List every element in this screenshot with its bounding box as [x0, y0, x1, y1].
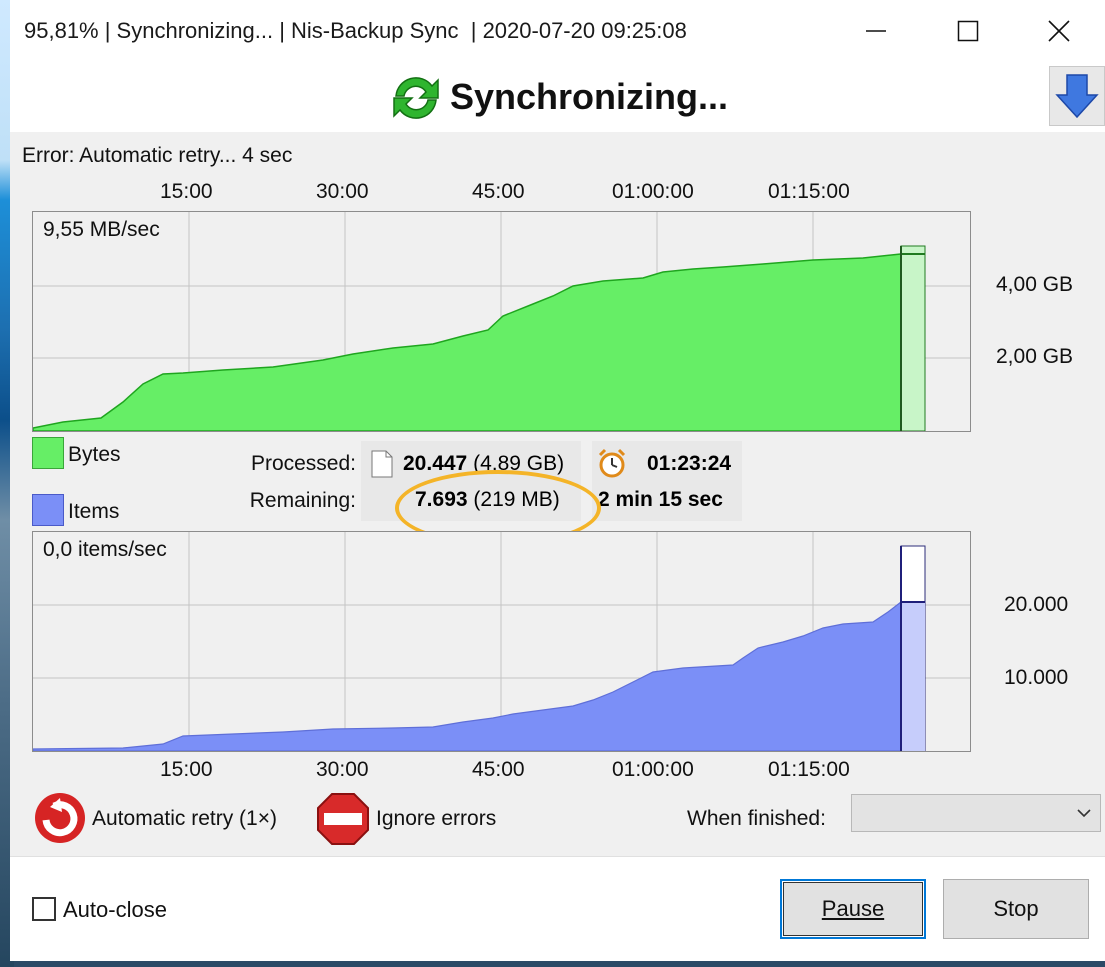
bytes-legend-label: Bytes: [68, 443, 121, 466]
time-axis-label: 30:00: [316, 758, 369, 781]
bytes-y-label: 2,00 GB: [996, 345, 1074, 368]
bytes-remaining-area: [900, 245, 926, 431]
ignore-errors-icon: [317, 793, 369, 845]
footer-bar: Auto-close Pause Stop: [10, 856, 1105, 961]
ignore-errors-button[interactable]: [316, 792, 370, 846]
time-axis-label: 01:15:00: [768, 758, 850, 781]
automatic-retry-label[interactable]: Automatic retry (1×): [92, 807, 277, 831]
maximize-button[interactable]: [922, 0, 1014, 62]
elapsed-time: 01:23:24: [647, 452, 732, 475]
items-rate: 0,0 items/sec: [43, 538, 167, 561]
file-icon: [371, 450, 393, 478]
sync-icon: [393, 77, 439, 119]
retry-icon: [35, 793, 85, 843]
time-axis-label: 01:15:00: [768, 180, 850, 203]
processed-count: 20.447: [403, 452, 468, 475]
time-axis-label: 45:00: [472, 180, 525, 203]
maximize-icon: [957, 20, 979, 42]
items-y-label: 10.000: [1004, 666, 1069, 689]
remaining-label: Remaining:: [249, 489, 356, 512]
bytes-area: [33, 253, 902, 431]
error-status-text: Error: Automatic retry... 4 sec: [22, 144, 293, 167]
when-finished-select[interactable]: [851, 794, 1101, 832]
time-box: 01:23:24 2 min 15 sec: [592, 441, 742, 521]
stop-button-label: Stop: [993, 896, 1039, 921]
processed-label: Processed:: [250, 452, 356, 475]
items-legend-swatch: [32, 494, 64, 526]
time-axis-label: 01:00:00: [612, 758, 694, 781]
time-axis-label: 15:00: [160, 180, 213, 203]
minimize-button[interactable]: [830, 0, 922, 62]
time-axis-label: 45:00: [472, 758, 525, 781]
bytes-y-label: 4,00 GB: [996, 273, 1074, 296]
minimize-icon: [866, 30, 886, 32]
when-finished-label: When finished:: [687, 807, 826, 830]
window-title: 95,81% | Synchronizing... | Nis-Backup S…: [24, 18, 687, 43]
time-axis-label: 15:00: [160, 758, 213, 781]
time-axis-label: 30:00: [316, 180, 369, 203]
header-band: Synchronizing...: [10, 62, 1105, 132]
bytes-progress-chart: 9,55 MB/sec: [32, 211, 971, 432]
alarm-clock-icon: [598, 448, 626, 478]
bytes-rate: 9,55 MB/sec: [43, 218, 160, 241]
items-legend-label: Items: [68, 500, 120, 523]
sync-progress-window: 95,81% | Synchronizing... | Nis-Backup S…: [10, 0, 1105, 961]
items-graph: [33, 532, 970, 751]
minimize-to-tray-button[interactable]: [1049, 66, 1105, 126]
arrow-down-icon: [1055, 74, 1099, 119]
title-bar: 95,81% | Synchronizing... | Nis-Backup S…: [10, 0, 1105, 62]
pause-button[interactable]: Pause: [780, 879, 926, 939]
pause-button-label: Pause: [821, 896, 885, 921]
close-icon: [1048, 20, 1070, 42]
ignore-errors-label[interactable]: Ignore errors: [376, 807, 496, 831]
time-axis-label: 01:00:00: [612, 180, 694, 203]
page-title: Synchronizing...: [450, 76, 729, 117]
auto-close-checkbox[interactable]: [32, 897, 56, 921]
items-remaining-area: [901, 602, 925, 751]
close-button[interactable]: [1013, 0, 1105, 62]
remaining-time: 2 min 15 sec: [598, 488, 723, 511]
items-progress-chart: 0,0 items/sec: [32, 531, 971, 752]
items-y-label: 20.000: [1004, 593, 1069, 616]
stop-button[interactable]: Stop: [943, 879, 1089, 939]
automatic-retry-button[interactable]: [32, 790, 88, 846]
bytes-graph: [33, 212, 970, 431]
chevron-down-icon: [1077, 809, 1091, 818]
bytes-legend-swatch: [32, 437, 64, 469]
items-area: [33, 600, 902, 751]
auto-close-label[interactable]: Auto-close: [63, 897, 167, 923]
